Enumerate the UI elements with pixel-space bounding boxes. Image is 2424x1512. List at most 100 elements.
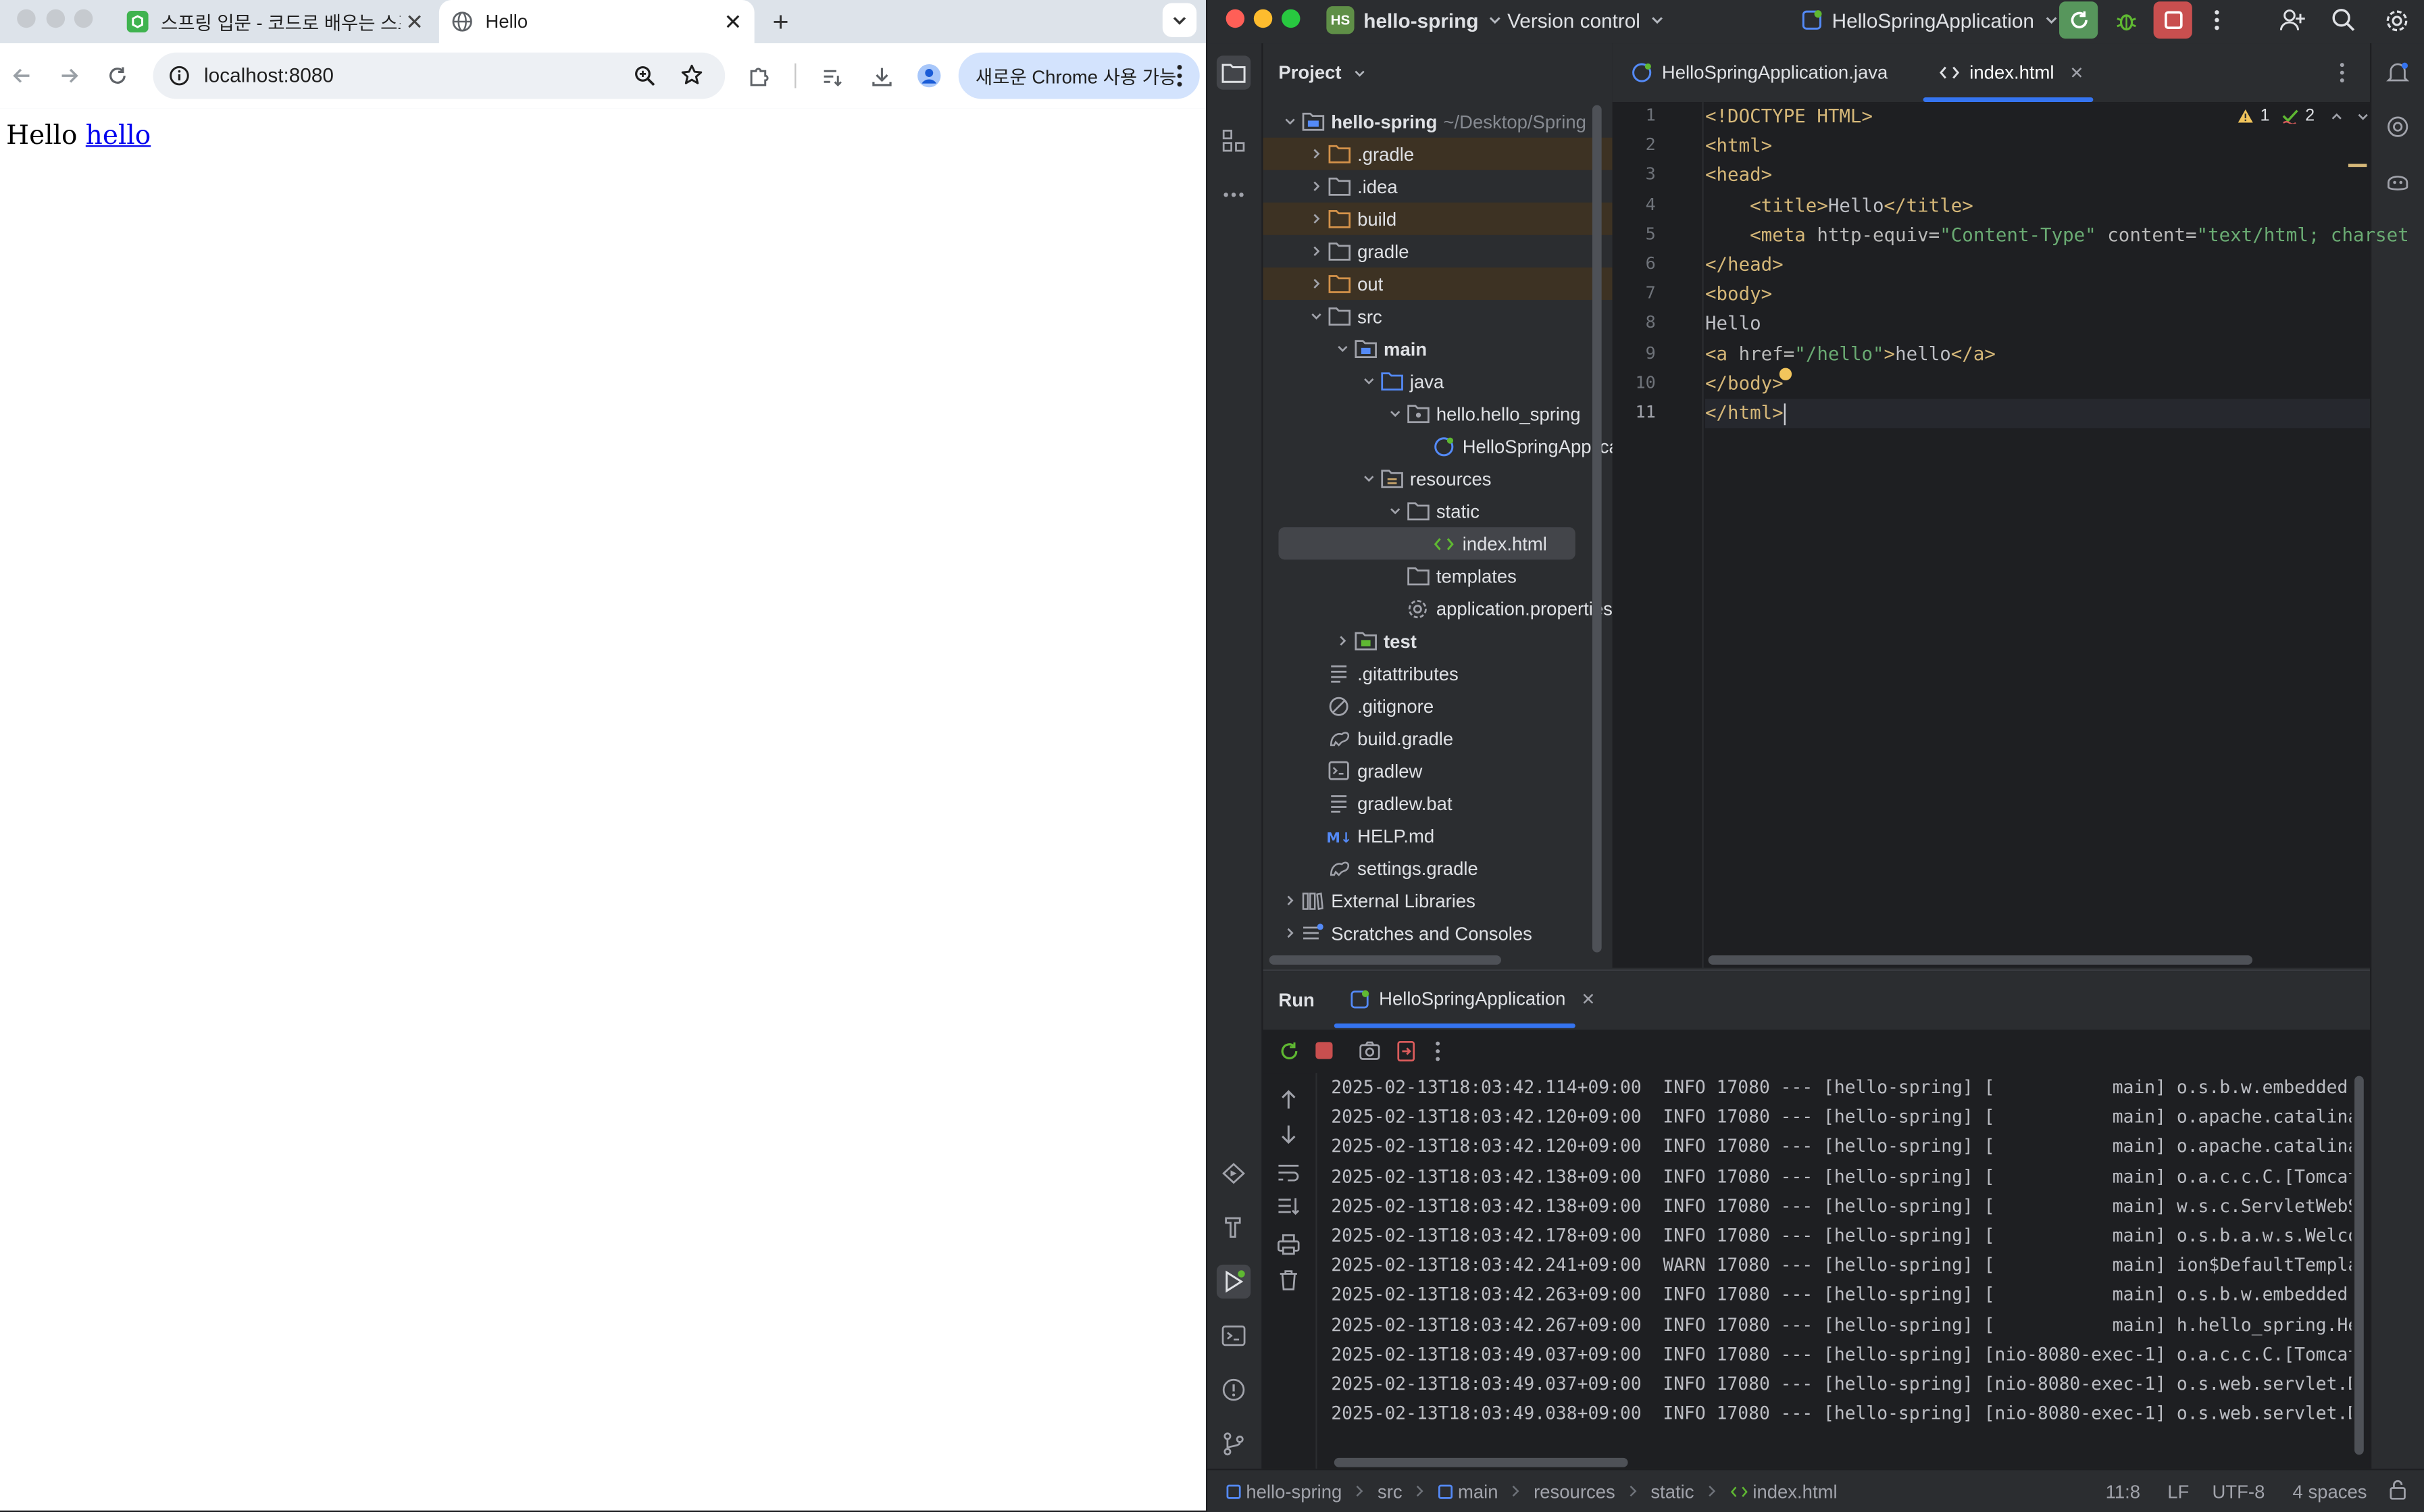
breadcrumb-item[interactable]: index.html — [1729, 1480, 1838, 1502]
scroll-up-arrow-icon[interactable] — [1278, 1088, 1298, 1110]
url-text[interactable]: localhost:8080 — [204, 64, 334, 86]
chevron-right-icon[interactable] — [1305, 208, 1326, 230]
project-widget[interactable]: HS hello-spring — [1326, 3, 1503, 37]
project-folder-icon[interactable] — [1216, 55, 1251, 90]
run-config-widget[interactable]: HelloSpringApplication — [1801, 3, 2059, 37]
code-line[interactable]: <html> — [1705, 132, 1772, 161]
window-close-button[interactable] — [17, 9, 36, 28]
reload-icon[interactable] — [103, 62, 131, 90]
code-line[interactable]: <!DOCTYPE HTML> — [1705, 102, 1873, 131]
site-info-icon[interactable] — [168, 65, 190, 86]
copilot-icon[interactable] — [2381, 164, 2415, 198]
chevron-down-icon[interactable] — [1357, 468, 1379, 489]
address-bar[interactable]: localhost:8080 — [153, 52, 726, 99]
terminal-icon[interactable] — [1217, 1319, 1251, 1353]
breadcrumb-item[interactable]: src — [1378, 1480, 1403, 1502]
run-tool-icon[interactable] — [1216, 1264, 1251, 1299]
add-user-icon[interactable] — [2274, 3, 2308, 37]
console-vertical-scrollbar[interactable] — [2354, 1076, 2364, 1455]
code-line[interactable]: <head> — [1705, 161, 1772, 191]
editor-horizontal-scrollbar[interactable] — [1708, 955, 2253, 965]
chevron-right-icon[interactable] — [1331, 630, 1353, 651]
tree-item[interactable]: index.html — [1278, 527, 1575, 560]
project-panel-header[interactable]: Project — [1278, 62, 1367, 84]
profile-avatar-icon[interactable] — [915, 62, 943, 90]
tree-item[interactable]: gradlew.bat — [1263, 787, 1613, 820]
run-more-icon[interactable] — [1435, 1040, 1441, 1062]
close-tab-icon[interactable]: ✕ — [724, 11, 742, 32]
window-zoom-button[interactable] — [74, 9, 93, 28]
project-vertical-scrollbar[interactable] — [1592, 105, 1602, 953]
structure-icon[interactable] — [1217, 124, 1251, 157]
problems-icon[interactable] — [1217, 1373, 1251, 1407]
window-minimize-button[interactable] — [46, 9, 66, 28]
breadcrumb-item[interactable]: hello-spring — [1226, 1480, 1342, 1502]
new-tab-plus-icon[interactable]: + — [765, 6, 797, 37]
search-icon[interactable] — [2327, 3, 2360, 37]
tree-item[interactable]: main — [1263, 332, 1613, 365]
tree-item[interactable]: settings.gradle — [1263, 852, 1613, 884]
tree-item[interactable]: .gradle — [1263, 137, 1613, 170]
tree-item[interactable]: static — [1263, 495, 1613, 527]
zoom-magnifier-icon[interactable] — [634, 65, 655, 86]
tree-item[interactable]: M↓ HELP.md — [1263, 820, 1613, 852]
tree-item[interactable]: src — [1263, 300, 1613, 332]
file-encoding[interactable]: UTF-8 — [2213, 1481, 2265, 1503]
scroll-to-end-icon[interactable] — [1277, 1196, 1300, 1217]
bookmark-star-icon[interactable] — [680, 64, 703, 86]
tree-item[interactable]: Scratches and Consoles — [1263, 917, 1613, 949]
tree-item[interactable]: build.gradle — [1263, 722, 1613, 755]
ide-minimize-button[interactable] — [1253, 9, 1273, 28]
more-tools-ellipsis-icon[interactable] — [1217, 178, 1251, 211]
debug-bug-icon[interactable] — [2107, 1, 2144, 39]
exit-log-icon[interactable] — [1396, 1040, 1416, 1062]
ai-assistant-icon[interactable] — [2381, 109, 2415, 143]
editor-tab-index-html[interactable]: index.html ✕ — [1923, 43, 2109, 103]
code-line[interactable]: <body> — [1705, 280, 1772, 309]
chevron-down-icon[interactable] — [1305, 305, 1326, 327]
close-tab-icon[interactable]: ✕ — [2069, 63, 2084, 82]
code-line[interactable]: Hello — [1705, 310, 1761, 339]
browser-tab-hello[interactable]: Hello ✕ — [438, 0, 755, 44]
tree-item[interactable]: application.properties — [1263, 592, 1613, 624]
reading-list-icon[interactable] — [818, 62, 846, 90]
chevron-right-icon[interactable] — [1305, 143, 1326, 165]
editor-tab-java[interactable]: HelloSpringApplication.java — [1631, 43, 1888, 102]
tree-item[interactable]: java — [1263, 365, 1613, 397]
inspection-widget[interactable]: 1 2 — [2237, 107, 2370, 125]
lock-icon[interactable] — [2388, 1480, 2406, 1500]
code-line[interactable]: <a href="/hello">hello</a> — [1705, 339, 1996, 368]
chevron-down-icon[interactable] — [1357, 370, 1379, 392]
next-highlight-chevron-down-icon[interactable] — [2356, 109, 2371, 123]
tab-search-chevron-icon[interactable] — [1162, 3, 1197, 37]
print-icon[interactable] — [1277, 1234, 1300, 1255]
intention-bulb-icon[interactable] — [1779, 368, 1792, 380]
rerun-icon[interactable] — [1278, 1040, 1300, 1062]
tree-item[interactable]: .idea — [1263, 170, 1613, 203]
browser-tab-inflearn[interactable]: 스프링 입문 - 코드로 배우는 스프링 ✕ — [111, 0, 436, 43]
tree-item[interactable]: templates — [1263, 559, 1613, 592]
tree-item[interactable]: HelloSpringApplication — [1263, 430, 1613, 462]
tree-item[interactable]: .gitattributes — [1263, 657, 1613, 690]
prev-highlight-chevron-up-icon[interactable] — [2330, 109, 2344, 123]
code-line[interactable]: </html> — [1705, 399, 2370, 428]
chevron-down-icon[interactable] — [1331, 338, 1353, 359]
console-horizontal-scrollbar[interactable] — [1334, 1457, 1628, 1467]
chevron-right-icon[interactable] — [1305, 241, 1326, 262]
caret-position[interactable]: 11:8 — [2106, 1481, 2140, 1503]
breadcrumb-item[interactable]: static — [1650, 1480, 1694, 1502]
chevron-down-icon[interactable] — [1384, 500, 1405, 522]
breadcrumb-item[interactable]: resources — [1534, 1480, 1615, 1502]
chevron-down-icon[interactable] — [1278, 111, 1300, 132]
extensions-puzzle-icon[interactable] — [745, 62, 773, 90]
chevron-right-icon[interactable] — [1278, 890, 1300, 911]
breadcrumb-item[interactable]: main — [1438, 1480, 1498, 1502]
stop-icon[interactable] — [1315, 1042, 1333, 1059]
services-icon[interactable] — [1217, 1157, 1251, 1190]
notifications-bell-icon[interactable] — [2381, 55, 2415, 89]
tree-item[interactable]: resources — [1263, 462, 1613, 495]
back-arrow-icon[interactable] — [7, 62, 35, 90]
tree-item[interactable]: External Libraries — [1263, 884, 1613, 917]
ide-zoom-button[interactable] — [1282, 9, 1301, 28]
code-line[interactable]: <meta http-equiv="Content-Type" content=… — [1705, 221, 2409, 250]
